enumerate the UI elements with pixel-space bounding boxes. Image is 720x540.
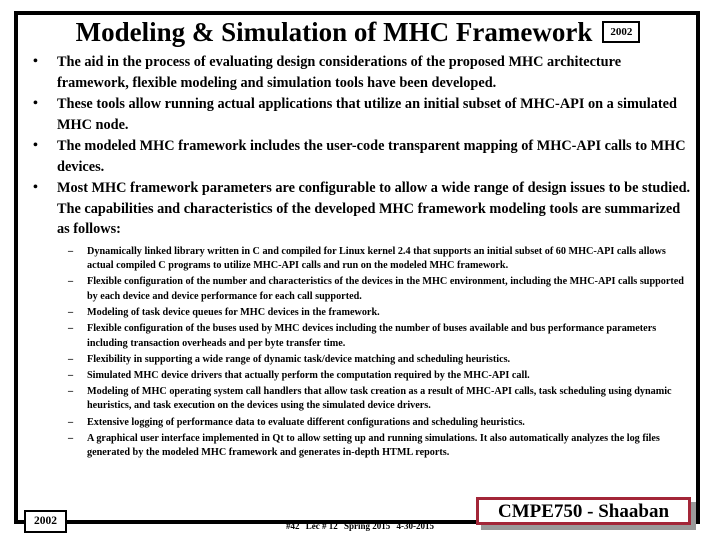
bullet-text: Most MHC framework parameters are config… — [57, 180, 691, 237]
sub-bullet-text: A graphical user interface implemented i… — [87, 432, 660, 459]
sub-bullet-text: Modeling of MHC operating system call ha… — [87, 385, 672, 412]
course-badge: CMPE750 - Shaaban — [476, 497, 698, 530]
sub-bullet-list: – Dynamically linked library written in … — [57, 245, 694, 461]
bullet-item: • Most MHC framework parameters are conf… — [22, 178, 694, 461]
footer-year-badge: 2002 — [24, 510, 67, 533]
lecture-number: Lec # 12 — [305, 521, 338, 531]
sub-bullet-text: Modeling of task device queues for MHC d… — [87, 306, 380, 318]
bullet-text: The aid in the process of evaluating des… — [57, 54, 622, 91]
sub-bullet-text: Simulated MHC device drivers that actual… — [87, 369, 530, 381]
term-label: Spring 2015 — [343, 521, 391, 531]
sub-bullet-text: Dynamically linked library written in C … — [87, 245, 666, 272]
bullet-item: • The modeled MHC framework includes the… — [22, 136, 694, 177]
bullet-marker-icon: • — [33, 138, 38, 153]
sub-bullet-item: – Dynamically linked library written in … — [65, 245, 694, 274]
dash-marker-icon: – — [68, 369, 74, 381]
bullet-item: • The aid in the process of evaluating d… — [22, 52, 694, 93]
dash-marker-icon: – — [68, 245, 74, 257]
sub-bullet-text: Flexible configuration of the number and… — [87, 276, 684, 302]
page-title: Modeling & Simulation of MHC Framework — [75, 17, 593, 47]
bullet-marker-icon: • — [33, 54, 38, 69]
bullet-text: These tools allow running actual applica… — [57, 96, 677, 133]
sub-bullet-item: – A graphical user interface implemented… — [65, 432, 694, 461]
slide-title-row: Modeling & Simulation of MHC Framework 2… — [20, 14, 696, 50]
sub-bullet-item: – Extensive logging of performance data … — [65, 416, 694, 431]
bullet-text: The modeled MHC framework includes the u… — [57, 138, 686, 175]
dash-marker-icon: – — [68, 416, 74, 428]
sub-bullet-text: Flexibility in supporting a wide range o… — [87, 353, 511, 365]
bullet-marker-icon: • — [33, 96, 38, 111]
dash-marker-icon: – — [68, 306, 74, 318]
sub-bullet-text: Flexible configuration of the buses used… — [87, 322, 657, 349]
sub-bullet-item: – Flexible configuration of the buses us… — [65, 322, 694, 351]
slide-body: • The aid in the process of evaluating d… — [22, 52, 694, 462]
sub-bullet-item: – Flexibility in supporting a wide range… — [65, 353, 694, 368]
dash-marker-icon: – — [68, 276, 74, 288]
dash-marker-icon: – — [68, 385, 74, 397]
sub-bullet-item: – Modeling of task device queues for MHC… — [65, 306, 694, 321]
slide: Modeling & Simulation of MHC Framework 2… — [0, 0, 720, 540]
course-badge-box: CMPE750 - Shaaban — [476, 497, 691, 525]
course-badge-label: CMPE750 - Shaaban — [497, 500, 670, 522]
dash-marker-icon: – — [68, 353, 74, 365]
date-label: 4-30-2015 — [396, 521, 435, 531]
bullet-marker-icon: • — [33, 180, 38, 195]
sub-bullet-item: – Simulated MHC device drivers that actu… — [65, 369, 694, 384]
sub-bullet-item: – Flexible configuration of the number a… — [65, 275, 694, 304]
sub-bullet-text: Extensive logging of performance data to… — [87, 416, 525, 428]
dash-marker-icon: – — [68, 432, 74, 444]
bullet-item: • These tools allow running actual appli… — [22, 94, 694, 135]
main-bullet-list: • The aid in the process of evaluating d… — [22, 52, 694, 461]
dash-marker-icon: – — [68, 322, 74, 334]
title-year-badge: 2002 — [602, 21, 641, 43]
slide-number: #42 — [285, 521, 300, 531]
sub-bullet-item: – Modeling of MHC operating system call … — [65, 385, 694, 414]
